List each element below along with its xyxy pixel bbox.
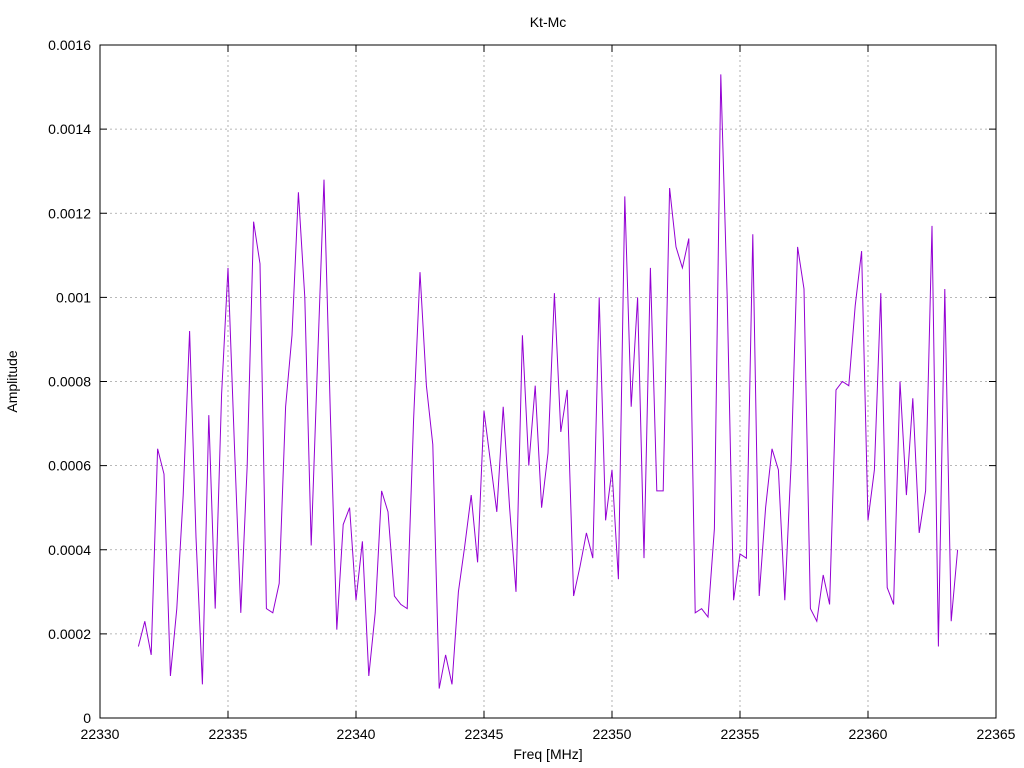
- x-tick-label: 22360: [849, 726, 888, 742]
- x-axis-label: Freq [MHz]: [513, 746, 582, 762]
- grid-lines: [100, 45, 996, 718]
- y-tick-label: 0.0014: [48, 121, 91, 137]
- x-tick-label: 22345: [465, 726, 504, 742]
- chart-title: Kt-Mc: [530, 14, 567, 30]
- y-tick-label: 0.001: [56, 289, 91, 305]
- y-tick-label: 0.0012: [48, 205, 91, 221]
- chart-root: 22330 22335 22340 22345 22350 22355 22360 22365…: [4, 14, 1016, 762]
- y-tick-label: 0.0006: [48, 458, 91, 474]
- y-axis-label: Amplitude: [4, 350, 20, 412]
- x-tick-label: 22330: [81, 726, 120, 742]
- tick-labels: 22330 22335 22340 22345 22350 22355 22360 22365…: [48, 37, 1016, 742]
- y-tick-label: 0.0004: [48, 542, 91, 558]
- y-tick-label: 0.0002: [48, 626, 91, 642]
- y-tick-label: 0.0016: [48, 37, 91, 53]
- x-tick-label: 22355: [721, 726, 760, 742]
- x-tick-label: 22350: [593, 726, 632, 742]
- x-tick-label: 22365: [977, 726, 1016, 742]
- x-tick-label: 22335: [209, 726, 248, 742]
- y-tick-label: 0.0008: [48, 374, 91, 390]
- y-tick-label: 0: [83, 710, 91, 726]
- x-tick-label: 22340: [337, 726, 376, 742]
